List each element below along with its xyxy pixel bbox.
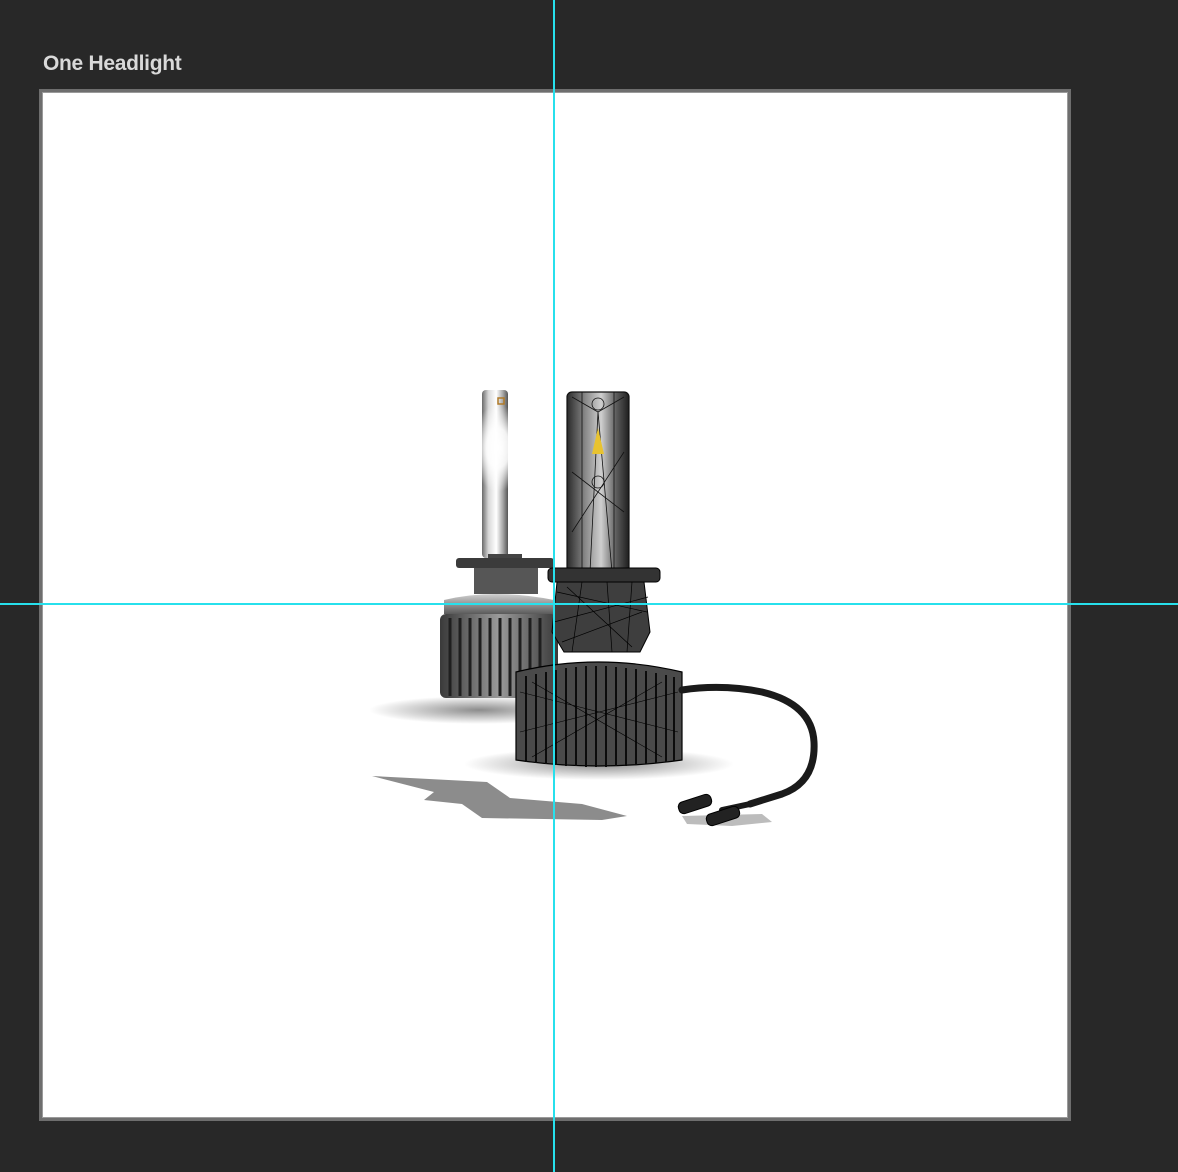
artboard-title[interactable]: One Headlight: [43, 52, 182, 76]
artboard[interactable]: [39, 89, 1071, 1121]
headlight-artwork[interactable]: [42, 92, 1068, 1118]
horizontal-guide[interactable]: [0, 603, 1178, 605]
vertical-guide[interactable]: [553, 0, 555, 1172]
cast-shadow: [372, 776, 627, 820]
canvas-workspace[interactable]: One Headlight: [0, 0, 1178, 1172]
left-bulb: [440, 390, 558, 698]
right-bulb: [515, 391, 683, 767]
